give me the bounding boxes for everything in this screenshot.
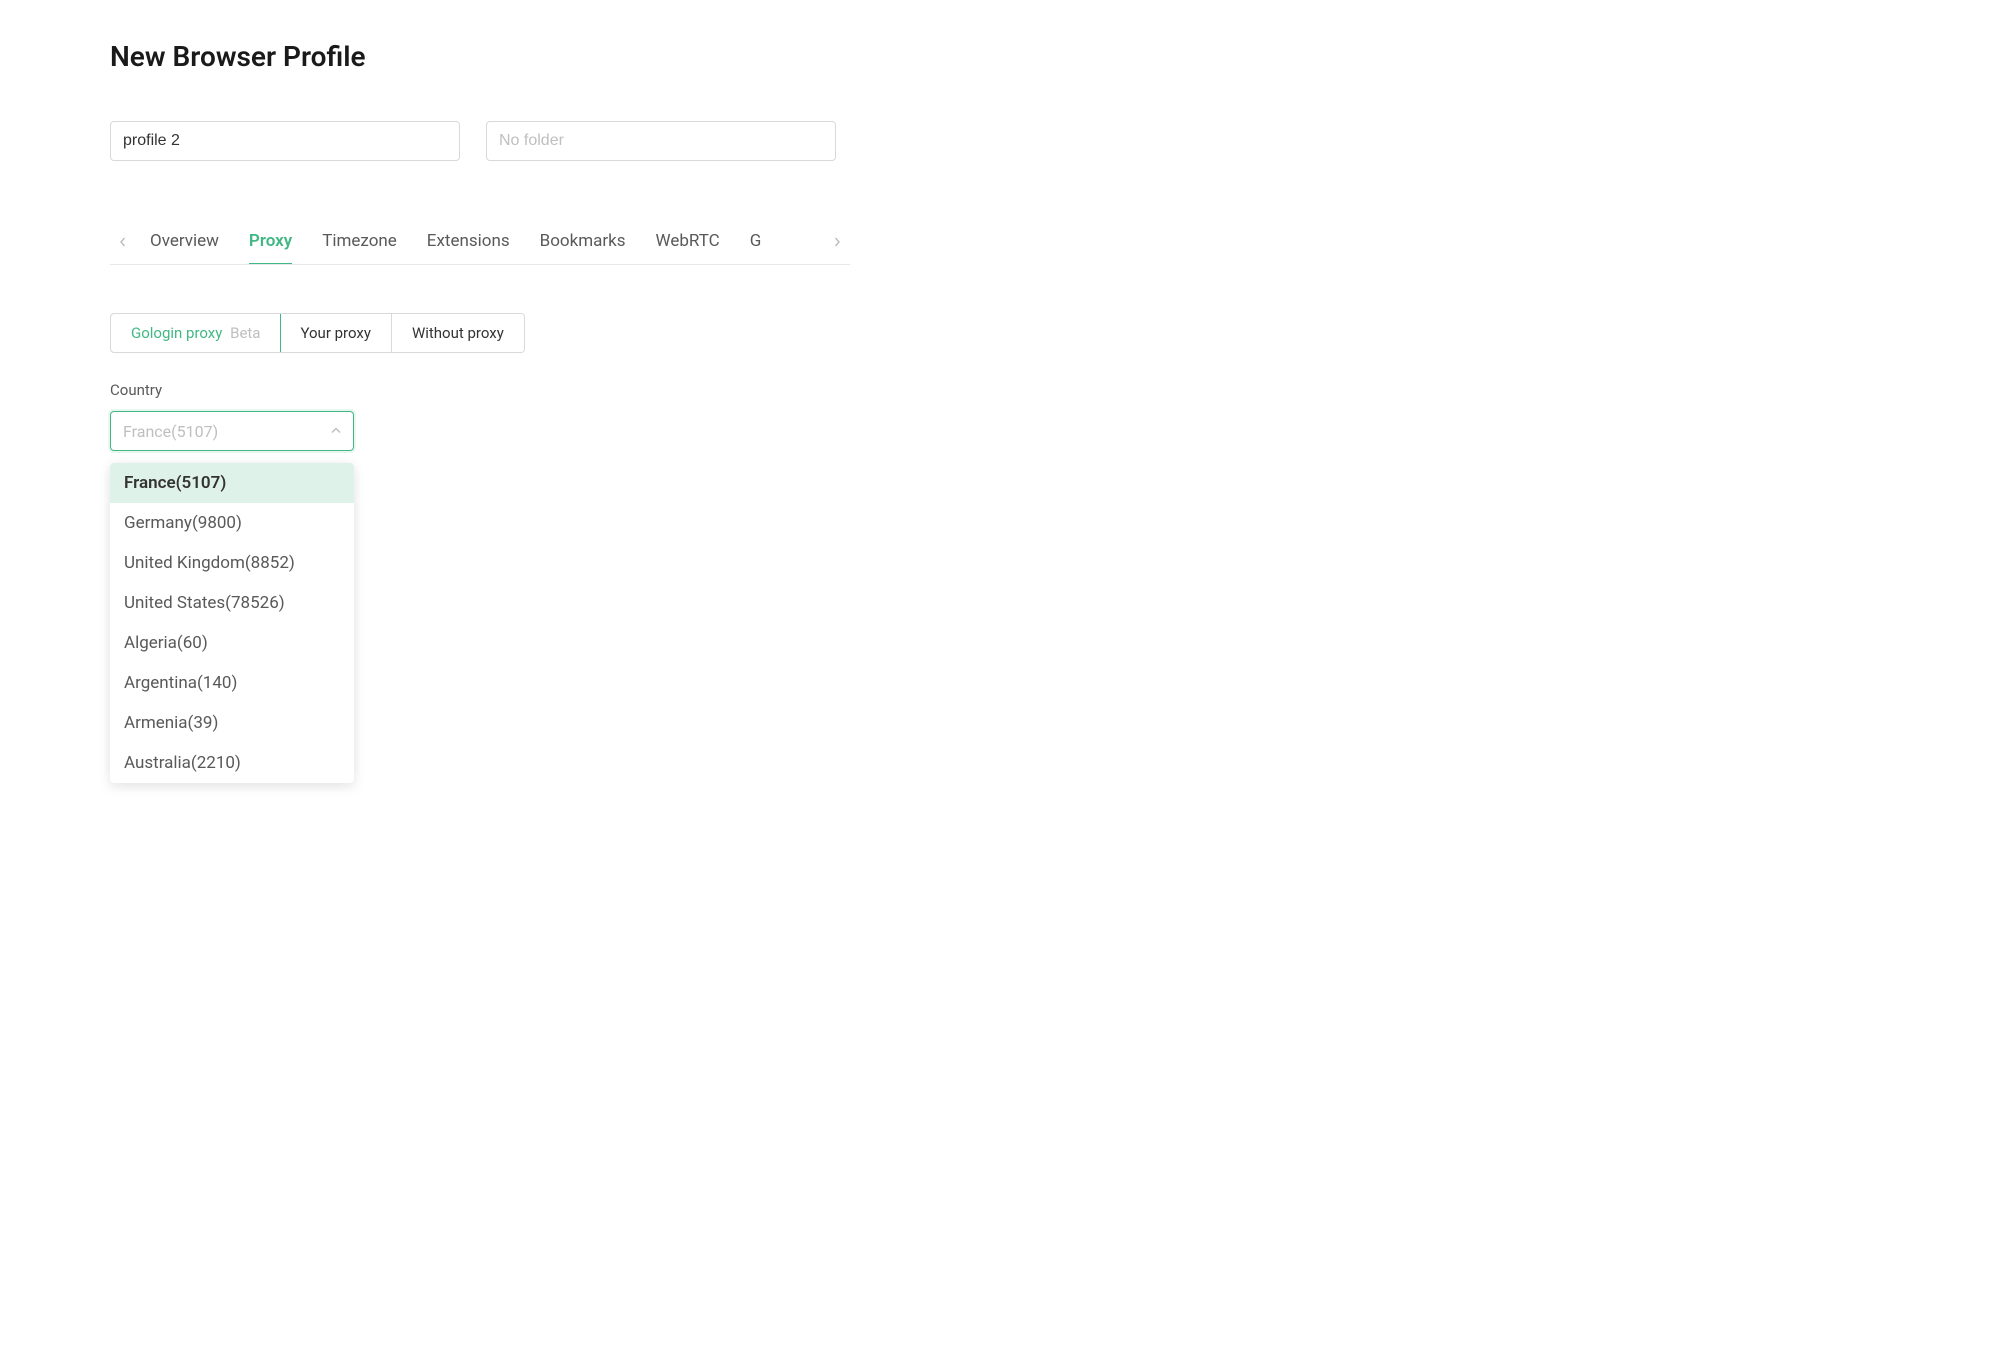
country-option-algeria[interactable]: Algeria(60) [110, 623, 354, 663]
country-option-uk[interactable]: United Kingdom(8852) [110, 543, 354, 583]
tabs: Overview Proxy Timezone Extensions Bookm… [150, 221, 761, 264]
country-dropdown: France(5107) Germany(9800) United Kingdo… [110, 463, 354, 783]
proxy-type-wrapper: Data Center [110, 571, 1889, 611]
country-option-australia[interactable]: Australia(2210) [110, 743, 354, 783]
tab-timezone[interactable]: Timezone [322, 221, 397, 264]
profile-inputs-row [110, 121, 1889, 161]
profile-name-input[interactable] [110, 121, 460, 161]
country-select-value: France(5107) [123, 422, 218, 441]
tabs-container: Overview Proxy Timezone Extensions Bookm… [110, 221, 850, 265]
tab-webrtc[interactable]: WebRTC [656, 221, 720, 264]
tab-proxy[interactable]: Proxy [249, 221, 292, 264]
tab-overview[interactable]: Overview [150, 221, 219, 264]
tabs-scroll-left-icon[interactable] [110, 235, 136, 251]
tab-extensions[interactable]: Extensions [427, 221, 510, 264]
proxy-mode-your[interactable]: Your proxy [280, 314, 391, 352]
tab-overflow[interactable]: G [750, 221, 762, 264]
country-option-argentina[interactable]: Argentina(140) [110, 663, 354, 703]
proxy-mode-gologin-badge: Beta [230, 324, 260, 342]
country-option-armenia[interactable]: Armenia(39) [110, 703, 354, 743]
country-option-france[interactable]: France(5107) [110, 463, 354, 503]
proxy-mode-without-label: Without proxy [412, 324, 504, 342]
proxy-mode-your-label: Your proxy [300, 324, 370, 342]
proxy-mode-gologin[interactable]: Gologin proxy Beta [110, 313, 281, 353]
tab-bookmarks[interactable]: Bookmarks [540, 221, 626, 264]
tabs-scroll-right-icon[interactable] [824, 235, 850, 251]
country-select[interactable]: France(5107) [110, 411, 354, 451]
folder-input[interactable] [486, 121, 836, 161]
country-select-wrapper: France(5107) France(5107) Germany(9800) … [110, 411, 354, 451]
proxy-mode-gologin-label: Gologin proxy [131, 324, 222, 342]
proxy-mode-without[interactable]: Without proxy [392, 314, 524, 352]
country-field-label: Country [110, 381, 1889, 399]
proxy-mode-segmented: Gologin proxy Beta Your proxy Without pr… [110, 313, 525, 353]
country-option-germany[interactable]: Germany(9800) [110, 503, 354, 543]
country-option-us[interactable]: United States(78526) [110, 583, 354, 623]
page-title: New Browser Profile [110, 40, 1889, 73]
